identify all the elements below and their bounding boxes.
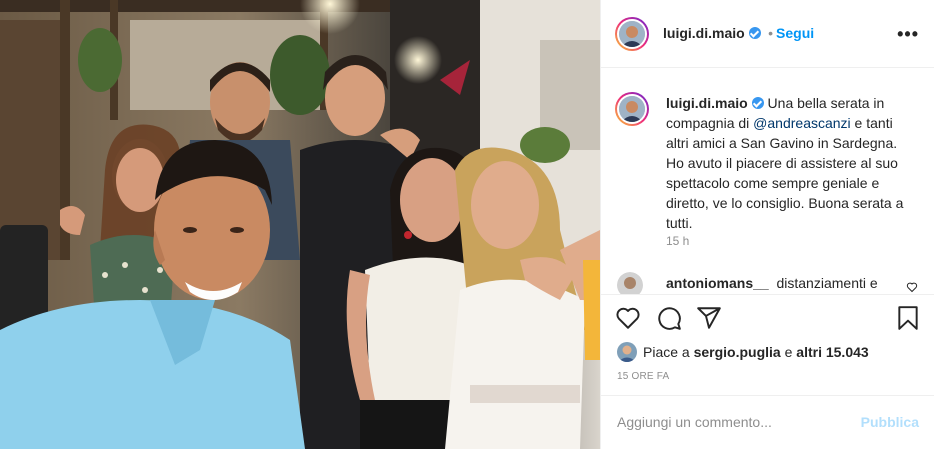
caption-mention[interactable]: @andreascanzi [753,115,851,131]
post-caption: luigi.di.maio Una bella serata in compag… [666,93,911,233]
likes-others-link[interactable]: altri 15.043 [796,344,868,360]
caption-username[interactable]: luigi.di.maio [666,95,748,111]
likes-prefix: Piace a [643,344,694,360]
comment-input[interactable] [617,412,847,432]
author-avatar[interactable] [615,17,649,51]
commenter-avatar[interactable] [617,272,643,294]
follow-button[interactable]: Segui [776,25,814,41]
group-selfie-image [0,0,600,449]
caption-text-after: e tanti altri amici a San Gavino in Sard… [666,115,904,231]
likes-summary: Piace a sergio.puglia e altri 15.043 [617,342,869,362]
comment-username[interactable]: antoniomans__ [666,275,769,291]
verified-badge-icon [748,27,761,39]
post-timestamp[interactable]: 15 ORE FA [617,371,669,382]
post-side-panel: luigi.di.maio • Segui ••• luigi.di.maio U… [600,0,934,449]
verified-badge-icon [751,97,764,109]
comment-item: antoniomans__ distanziamenti e [666,273,878,293]
heart-icon[interactable] [615,305,641,331]
more-options-icon[interactable]: ••• [897,24,919,45]
caption-avatar[interactable] [615,92,649,126]
likes-middle: e [780,344,797,360]
add-comment-bar: Pubblica [601,395,934,449]
share-icon[interactable] [696,305,722,331]
post-photo[interactable] [0,0,600,449]
caption-time[interactable]: 15 h [666,234,689,248]
bookmark-icon[interactable] [895,305,921,331]
comment-text: distanziamenti e [776,275,878,291]
likes-user-link[interactable]: sergio.puglia [694,344,781,360]
comment-like-heart-icon[interactable] [906,281,918,293]
liker-avatar[interactable] [617,342,637,362]
post-header: luigi.di.maio • Segui ••• [601,0,934,68]
header-separator: • [768,25,774,41]
author-username[interactable]: luigi.di.maio [663,25,745,41]
action-bar [601,294,934,343]
publish-button[interactable]: Pubblica [861,414,919,430]
comment-icon[interactable] [656,305,682,331]
